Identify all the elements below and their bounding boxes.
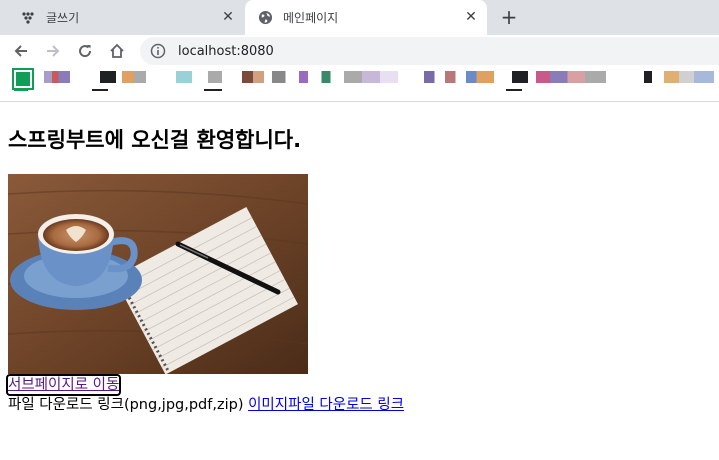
download-row: 파일 다운로드 링크(png,jpg,pdf,zip) 이미지파일 다운로드 링… xyxy=(8,395,711,415)
back-icon[interactable] xyxy=(8,38,34,64)
bookmark-item[interactable] xyxy=(242,71,264,83)
tab-strip: 글쓰기 ✕ 메인페이지 ✕ + xyxy=(0,0,719,35)
bookmark-item[interactable] xyxy=(664,71,714,83)
reload-icon[interactable] xyxy=(72,38,98,64)
download-label: 파일 다운로드 링크(png,jpg,pdf,zip) xyxy=(8,397,249,413)
tab-main[interactable]: 메인페이지 ✕ xyxy=(245,0,487,35)
bookmark-item[interactable] xyxy=(644,71,652,83)
info-icon[interactable] xyxy=(150,43,166,59)
url-text: localhost:8080 xyxy=(178,43,274,59)
bookmark-item[interactable] xyxy=(512,71,528,83)
bookmark-item[interactable] xyxy=(122,71,146,83)
page-content: 스프링부트에 오신걸 환영합니다. 서브페이지로 이동 파일 다운로드 링크(p… xyxy=(5,103,711,415)
bookmark-item-underline xyxy=(92,89,108,91)
browser-toolbar: localhost:8080 xyxy=(0,35,719,67)
bookmarks-bar xyxy=(0,67,719,102)
bookmark-item[interactable] xyxy=(12,68,34,90)
close-tab-icon[interactable]: ✕ xyxy=(463,9,479,25)
coffee-notebook-image xyxy=(8,174,308,374)
bookmark-item[interactable] xyxy=(272,71,362,83)
bookmark-item[interactable] xyxy=(208,71,222,83)
bookmark-item[interactable] xyxy=(536,71,606,83)
globe-icon xyxy=(257,10,273,26)
image-download-link[interactable]: 이미지파일 다운로드 링크 xyxy=(248,397,404,413)
tab-write[interactable]: 글쓰기 ✕ xyxy=(0,0,244,35)
bookmark-item-underline xyxy=(14,89,28,91)
bookmark-item[interactable] xyxy=(44,71,70,83)
forward-icon[interactable] xyxy=(40,38,66,64)
bookmark-item[interactable] xyxy=(100,71,116,83)
bookmark-item-underline xyxy=(204,89,222,91)
tab-title: 메인페이지 xyxy=(283,11,339,25)
bookmark-item[interactable] xyxy=(424,71,494,83)
bookmark-item[interactable] xyxy=(176,71,192,83)
address-bar[interactable]: localhost:8080 xyxy=(140,37,719,65)
page-title: 스프링부트에 오신걸 환영합니다. xyxy=(8,128,302,152)
close-tab-icon[interactable]: ✕ xyxy=(220,9,236,25)
tab-title: 글쓰기 xyxy=(46,11,80,25)
new-tab-icon[interactable]: + xyxy=(498,6,520,28)
bookmark-item[interactable] xyxy=(362,71,398,83)
app-dots-icon xyxy=(20,10,36,26)
bookmark-item-underline xyxy=(506,89,522,91)
home-icon[interactable] xyxy=(104,38,130,64)
subpage-link[interactable]: 서브페이지로 이동 xyxy=(5,374,122,396)
